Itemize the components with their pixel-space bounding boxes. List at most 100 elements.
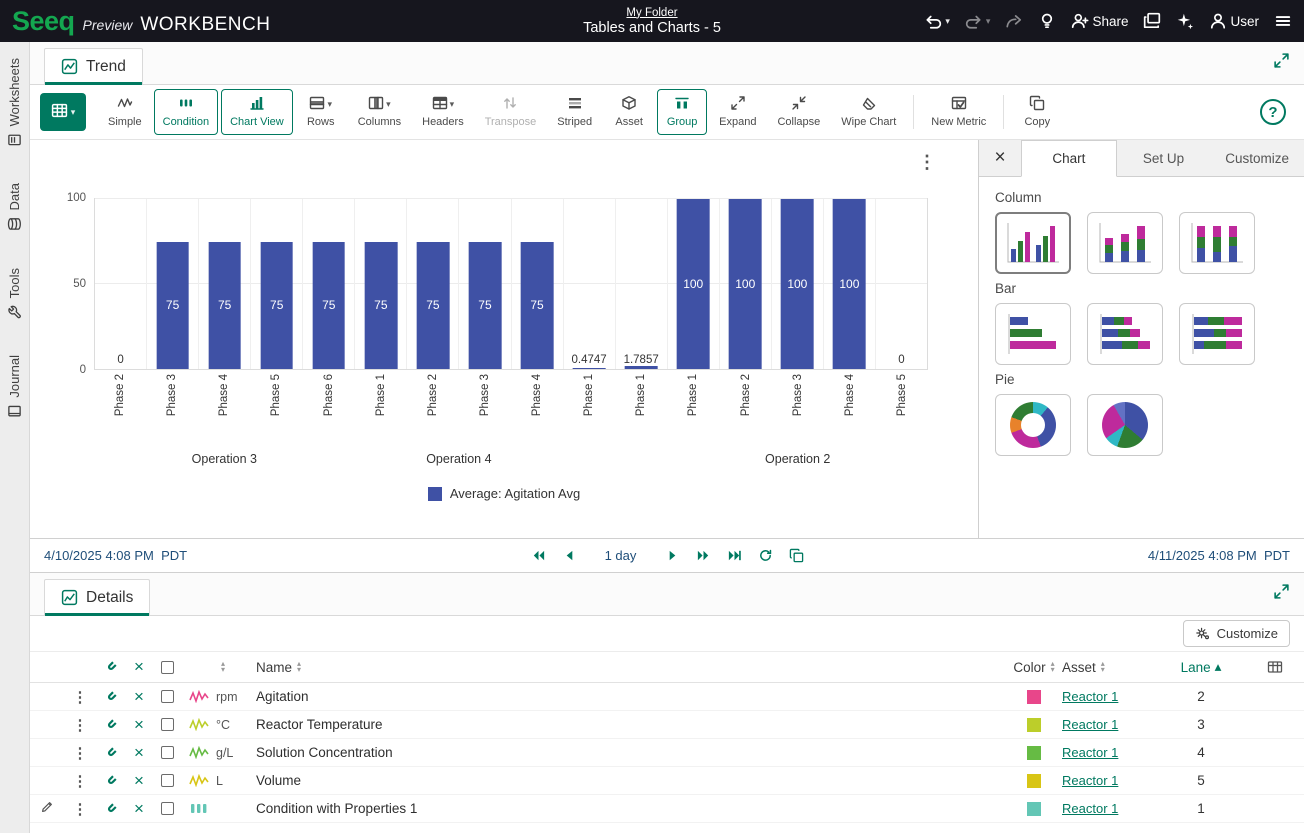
- step-forward-full-icon[interactable]: [696, 548, 711, 563]
- panel-tab-chart[interactable]: Chart: [1021, 140, 1117, 177]
- ai-assistant-button[interactable]: [1176, 12, 1194, 30]
- asset-link[interactable]: Reactor 1: [1062, 773, 1118, 788]
- range-start[interactable]: 4/10/2025 4:08 PM PDT: [44, 548, 324, 563]
- toolbar-striped-button[interactable]: Striped: [548, 89, 601, 135]
- toolbar-asset-button[interactable]: Asset: [604, 89, 654, 135]
- bar[interactable]: 75: [156, 242, 189, 370]
- thumb-bar-100-stacked[interactable]: [1179, 303, 1255, 365]
- magnet-icon[interactable]: [96, 739, 126, 766]
- range-end[interactable]: 4/11/2025 4:08 PM PDT: [1010, 548, 1290, 563]
- magnet-all-icon[interactable]: [96, 652, 126, 682]
- toolbar-chart-view-button[interactable]: Chart View: [221, 89, 293, 135]
- sidebar-item-worksheets[interactable]: Worksheets: [7, 58, 22, 147]
- caret-down-icon[interactable]: ▾: [945, 16, 950, 27]
- toolbar-collapse-button[interactable]: Collapse: [768, 89, 829, 135]
- magnet-icon[interactable]: [96, 795, 126, 822]
- column-header-color[interactable]: Color▴▾: [1013, 660, 1054, 675]
- hamburger-menu[interactable]: [1274, 12, 1292, 30]
- column-header-lane[interactable]: Lane▴: [1181, 659, 1222, 675]
- tab-trend[interactable]: Trend: [44, 48, 143, 84]
- row-menu-icon[interactable]: ⋮: [64, 683, 96, 710]
- bar[interactable]: 100: [677, 199, 710, 369]
- thumb-pie-donut[interactable]: [995, 394, 1071, 456]
- thumb-pie[interactable]: [1087, 394, 1163, 456]
- bar[interactable]: 100: [781, 199, 814, 369]
- help-button[interactable]: ?: [1260, 99, 1286, 125]
- sort-color-icon[interactable]: ▴▾: [1051, 661, 1055, 673]
- row-menu-icon[interactable]: ⋮: [64, 711, 96, 738]
- row-menu-icon[interactable]: ⋮: [64, 767, 96, 794]
- copy-range-icon[interactable]: [789, 548, 804, 563]
- color-swatch[interactable]: [1027, 802, 1041, 816]
- share-button[interactable]: Share: [1071, 12, 1128, 30]
- share-forward-button[interactable]: [1005, 12, 1023, 30]
- maximize-trend-icon[interactable]: [1273, 52, 1290, 74]
- range-duration[interactable]: 1 day: [593, 548, 649, 563]
- thumb-column-100-stacked[interactable]: [1179, 212, 1255, 274]
- asset-link[interactable]: Reactor 1: [1062, 745, 1118, 760]
- thumb-column-grouped[interactable]: [995, 212, 1071, 274]
- thumb-bar-grouped[interactable]: [995, 303, 1071, 365]
- bar[interactable]: 75: [417, 242, 450, 370]
- sort-type-icon[interactable]: ▴▾: [221, 661, 225, 673]
- bar[interactable]: 75: [365, 242, 398, 370]
- remove-icon[interactable]: ×: [126, 711, 152, 738]
- sidebar-item-journal[interactable]: Journal: [7, 355, 22, 419]
- column-chooser-icon[interactable]: [1246, 652, 1304, 682]
- bar[interactable]: 75: [312, 242, 345, 370]
- asset-link[interactable]: Reactor 1: [1062, 801, 1118, 816]
- remove-icon[interactable]: ×: [126, 795, 152, 822]
- step-to-now-icon[interactable]: [727, 548, 742, 563]
- customize-button[interactable]: Customize: [1183, 620, 1290, 647]
- toolbar-transpose-button[interactable]: Transpose: [476, 89, 546, 135]
- toolbar-expand-button[interactable]: Expand: [710, 89, 765, 135]
- bar[interactable]: 100: [833, 199, 866, 369]
- select-all-checkbox[interactable]: [161, 661, 174, 674]
- color-swatch[interactable]: [1027, 746, 1041, 760]
- toolbar-wipe-chart-button[interactable]: Wipe Chart: [832, 89, 905, 135]
- row-checkbox[interactable]: [161, 718, 174, 731]
- tab-details[interactable]: Details: [44, 579, 150, 615]
- magnet-icon[interactable]: [96, 711, 126, 738]
- close-panel-icon[interactable]: ×: [979, 140, 1021, 176]
- row-menu-icon[interactable]: ⋮: [64, 795, 96, 822]
- undo-button[interactable]: ▾: [924, 12, 950, 30]
- color-swatch[interactable]: [1027, 718, 1041, 732]
- bar[interactable]: 75: [521, 242, 554, 370]
- remove-all-icon[interactable]: ×: [126, 652, 152, 682]
- toolbar-headers-button[interactable]: ▾Headers: [413, 89, 473, 135]
- breadcrumb[interactable]: My Folder: [626, 7, 677, 19]
- redo-button[interactable]: ▾: [965, 12, 991, 30]
- remove-icon[interactable]: ×: [126, 739, 152, 766]
- column-header-name[interactable]: Name▴▾: [256, 660, 301, 675]
- toolbar-condition-button[interactable]: Condition: [154, 89, 218, 135]
- bar[interactable]: 75: [260, 242, 293, 370]
- toolbar-new-metric-button[interactable]: New Metric: [922, 89, 995, 135]
- sidebar-item-data[interactable]: Data: [7, 183, 22, 231]
- row-checkbox[interactable]: [161, 802, 174, 815]
- remove-icon[interactable]: ×: [126, 683, 152, 710]
- toolbar-simple-button[interactable]: Simple: [99, 89, 151, 135]
- bar[interactable]: 75: [208, 242, 241, 370]
- row-checkbox[interactable]: [161, 746, 174, 759]
- asset-link[interactable]: Reactor 1: [1062, 689, 1118, 704]
- refresh-icon[interactable]: [758, 548, 773, 563]
- bar[interactable]: [573, 368, 606, 369]
- sidebar-item-tools[interactable]: Tools: [7, 268, 22, 319]
- bar[interactable]: 100: [729, 199, 762, 369]
- caret-down-icon[interactable]: ▾: [986, 16, 991, 27]
- maximize-details-icon[interactable]: [1273, 583, 1290, 605]
- step-back-half-icon[interactable]: [562, 548, 577, 563]
- toolbar-group-button[interactable]: Group: [657, 89, 707, 135]
- sort-name-icon[interactable]: ▴▾: [297, 661, 301, 673]
- thumb-column-stacked[interactable]: [1087, 212, 1163, 274]
- edit-icon[interactable]: [40, 800, 54, 817]
- ideas-button[interactable]: [1038, 12, 1056, 30]
- bar[interactable]: 75: [469, 242, 502, 370]
- remove-icon[interactable]: ×: [126, 767, 152, 794]
- seeq-logo[interactable]: Seeq Preview WORKBENCH: [12, 6, 270, 37]
- row-checkbox[interactable]: [161, 774, 174, 787]
- panel-tab-setup[interactable]: Set Up: [1117, 140, 1211, 176]
- color-swatch[interactable]: [1027, 774, 1041, 788]
- color-swatch[interactable]: [1027, 690, 1041, 704]
